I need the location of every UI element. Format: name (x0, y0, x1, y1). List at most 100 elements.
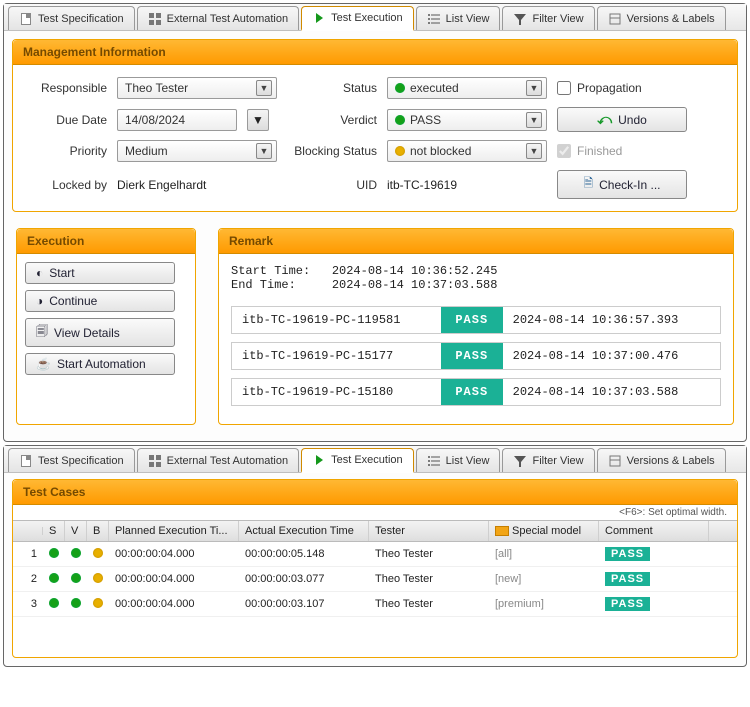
cell-b (87, 568, 109, 591)
top-pane: Test Specification External Test Automat… (3, 3, 747, 442)
execution-section: Execution ◐ Start ◑ Continue 🗐 View Deta… (16, 228, 196, 425)
start-button[interactable]: ◐ Start (25, 262, 175, 284)
status-dot-icon (71, 598, 81, 608)
remark-body: Start Time: 2024-08-14 10:36:52.245 End … (219, 254, 733, 424)
play-icon (312, 453, 326, 467)
tab-test-specification[interactable]: Test Specification (8, 6, 135, 30)
status-dot-icon (395, 115, 405, 125)
tab-list-view[interactable]: List View (416, 6, 501, 30)
cell-tester: Theo Tester (369, 568, 489, 590)
tab-test-specification[interactable]: Test Specification (8, 448, 135, 472)
continue-icon: ◑ (36, 294, 43, 308)
view-details-button[interactable]: 🗐 View Details (25, 318, 175, 347)
filter-icon (513, 454, 527, 468)
execution-buttons: ◐ Start ◑ Continue 🗐 View Details ☕ Star… (17, 254, 195, 383)
row-index: 3 (13, 593, 43, 615)
col-special[interactable]: Special model (489, 521, 599, 541)
remark-table: itb-TC-19619-PC-119581 PASS 2024-08-14 1… (231, 298, 721, 414)
tab-filter-view[interactable]: Filter View (502, 6, 594, 30)
tag-icon (608, 12, 622, 26)
testcases-table-body: 1 00:00:00:04.000 00:00:00:05.148 Theo T… (13, 542, 737, 617)
status-dot-icon (93, 548, 103, 558)
tab-external-test-automation[interactable]: External Test Automation (137, 6, 299, 30)
status-dot-icon (49, 573, 59, 583)
col-actual[interactable]: Actual Execution Time (239, 521, 369, 541)
checkin-button[interactable]: 🗎 Check-In ... (557, 170, 687, 199)
status-dot-icon (395, 83, 405, 93)
tab-label: Filter View (532, 455, 583, 467)
status-value: executed (392, 81, 526, 95)
tab-label: Filter View (532, 13, 583, 25)
col-planned[interactable]: Planned Execution Ti... (109, 521, 239, 541)
cell-s (43, 593, 65, 616)
tab-test-execution[interactable]: Test Execution (301, 6, 414, 31)
due-date-field[interactable]: 14/08/2024 (117, 109, 237, 131)
col-b[interactable]: B (87, 521, 109, 541)
col-index[interactable] (13, 527, 43, 535)
continue-button[interactable]: ◑ Continue (25, 290, 175, 312)
start-automation-button[interactable]: ☕ Start Automation (25, 353, 175, 375)
cell-actual: 00:00:00:05.148 (239, 543, 369, 565)
label-status: Status (287, 81, 377, 95)
remark-entry-badge: PASS (441, 306, 503, 334)
propagation-checkbox[interactable]: Propagation (557, 81, 727, 95)
remark-section: Remark Start Time: 2024-08-14 10:36:52.2… (218, 228, 734, 425)
cell-special: [all] (489, 543, 599, 565)
tab-external-test-automation[interactable]: External Test Automation (137, 448, 299, 472)
due-date-value: 14/08/2024 (122, 113, 232, 127)
cell-planned: 00:00:00:04.000 (109, 568, 239, 590)
chevron-down-icon: ▼ (526, 112, 542, 128)
chevron-down-icon: ▼ (256, 143, 272, 159)
special-icon (495, 526, 509, 536)
remark-entry-badge: PASS (441, 342, 503, 370)
tab-filter-view[interactable]: Filter View (502, 448, 594, 472)
remark-entry-id: itb-TC-19619-PC-15180 (231, 378, 441, 406)
tab-versions-labels[interactable]: Versions & Labels (597, 448, 726, 472)
table-row[interactable]: 2 00:00:00:04.000 00:00:00:03.077 Theo T… (13, 567, 737, 592)
cell-special: [new] (489, 568, 599, 590)
remark-entry-ts: 2024-08-14 10:37:00.476 (503, 342, 721, 370)
propagation-label: Propagation (577, 81, 642, 95)
remark-row: itb-TC-19619-PC-119581 PASS 2024-08-14 1… (231, 306, 721, 334)
blocking-select[interactable]: not blocked ▼ (387, 140, 547, 162)
due-date-picker-button[interactable]: ▼ (247, 109, 269, 131)
cell-comment: PASS (599, 542, 709, 566)
col-s[interactable]: S (43, 521, 65, 541)
status-dot-icon (71, 573, 81, 583)
status-select[interactable]: executed ▼ (387, 77, 547, 99)
finished-checkbox: Finished (557, 144, 727, 158)
tab-label: Test Specification (38, 13, 124, 25)
bottom-tabbar: Test Specification External Test Automat… (4, 446, 746, 473)
label-responsible: Responsible (27, 81, 107, 95)
finished-box (557, 144, 571, 158)
remark-row: itb-TC-19619-PC-15177 PASS 2024-08-14 10… (231, 342, 721, 370)
priority-select[interactable]: Medium ▼ (117, 140, 277, 162)
cell-v (65, 593, 87, 616)
start-icon: ◐ (36, 266, 43, 280)
details-icon: 🗐 (36, 322, 48, 343)
cell-comment: PASS (599, 592, 709, 616)
undo-button[interactable]: ⤺ Undo (557, 107, 687, 132)
tab-list-view[interactable]: List View (416, 448, 501, 472)
col-tester[interactable]: Tester (369, 521, 489, 541)
responsible-select[interactable]: Theo Tester ▼ (117, 77, 277, 99)
list-icon (427, 12, 441, 26)
col-v[interactable]: V (65, 521, 87, 541)
list-icon (427, 454, 441, 468)
cell-b (87, 593, 109, 616)
col-comment[interactable]: Comment (599, 521, 709, 541)
tab-versions-labels[interactable]: Versions & Labels (597, 6, 726, 30)
table-row[interactable]: 1 00:00:00:04.000 00:00:00:05.148 Theo T… (13, 542, 737, 567)
tab-test-execution[interactable]: Test Execution (301, 448, 414, 473)
tab-label: List View (446, 455, 490, 467)
management-header: Management Information (13, 40, 737, 65)
remark-entry-id: itb-TC-19619-PC-15177 (231, 342, 441, 370)
table-row[interactable]: 3 00:00:00:04.000 00:00:00:03.107 Theo T… (13, 592, 737, 617)
remark-start-line: Start Time: 2024-08-14 10:36:52.245 (231, 264, 721, 278)
verdict-select[interactable]: PASS ▼ (387, 109, 547, 131)
status-dot-icon (49, 548, 59, 558)
tab-label: Versions & Labels (627, 455, 715, 467)
propagation-box[interactable] (557, 81, 571, 95)
management-section: Management Information Responsible Theo … (12, 39, 738, 212)
doc-icon (19, 12, 33, 26)
